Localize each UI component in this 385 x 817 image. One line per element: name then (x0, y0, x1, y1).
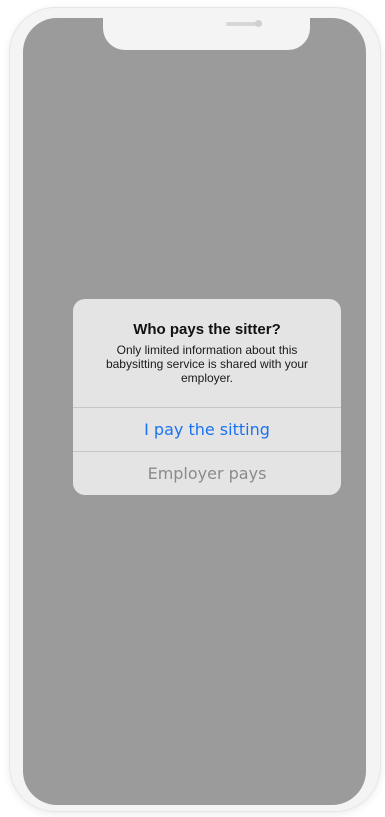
who-pays-alert-dialog: Who pays the sitter? Only limited inform… (73, 299, 341, 495)
alert-message: Only limited information about this baby… (105, 343, 309, 385)
phone-notch (103, 18, 310, 50)
alert-actions: I pay the sitting Employer pays (73, 407, 341, 495)
page: Who pays the sitter? Only limited inform… (0, 0, 385, 817)
i-pay-the-sitting-button[interactable]: I pay the sitting (73, 407, 341, 451)
alert-title: Who pays the sitter? (133, 321, 281, 338)
employer-pays-button[interactable]: Employer pays (73, 451, 341, 495)
front-camera-icon (255, 20, 262, 27)
